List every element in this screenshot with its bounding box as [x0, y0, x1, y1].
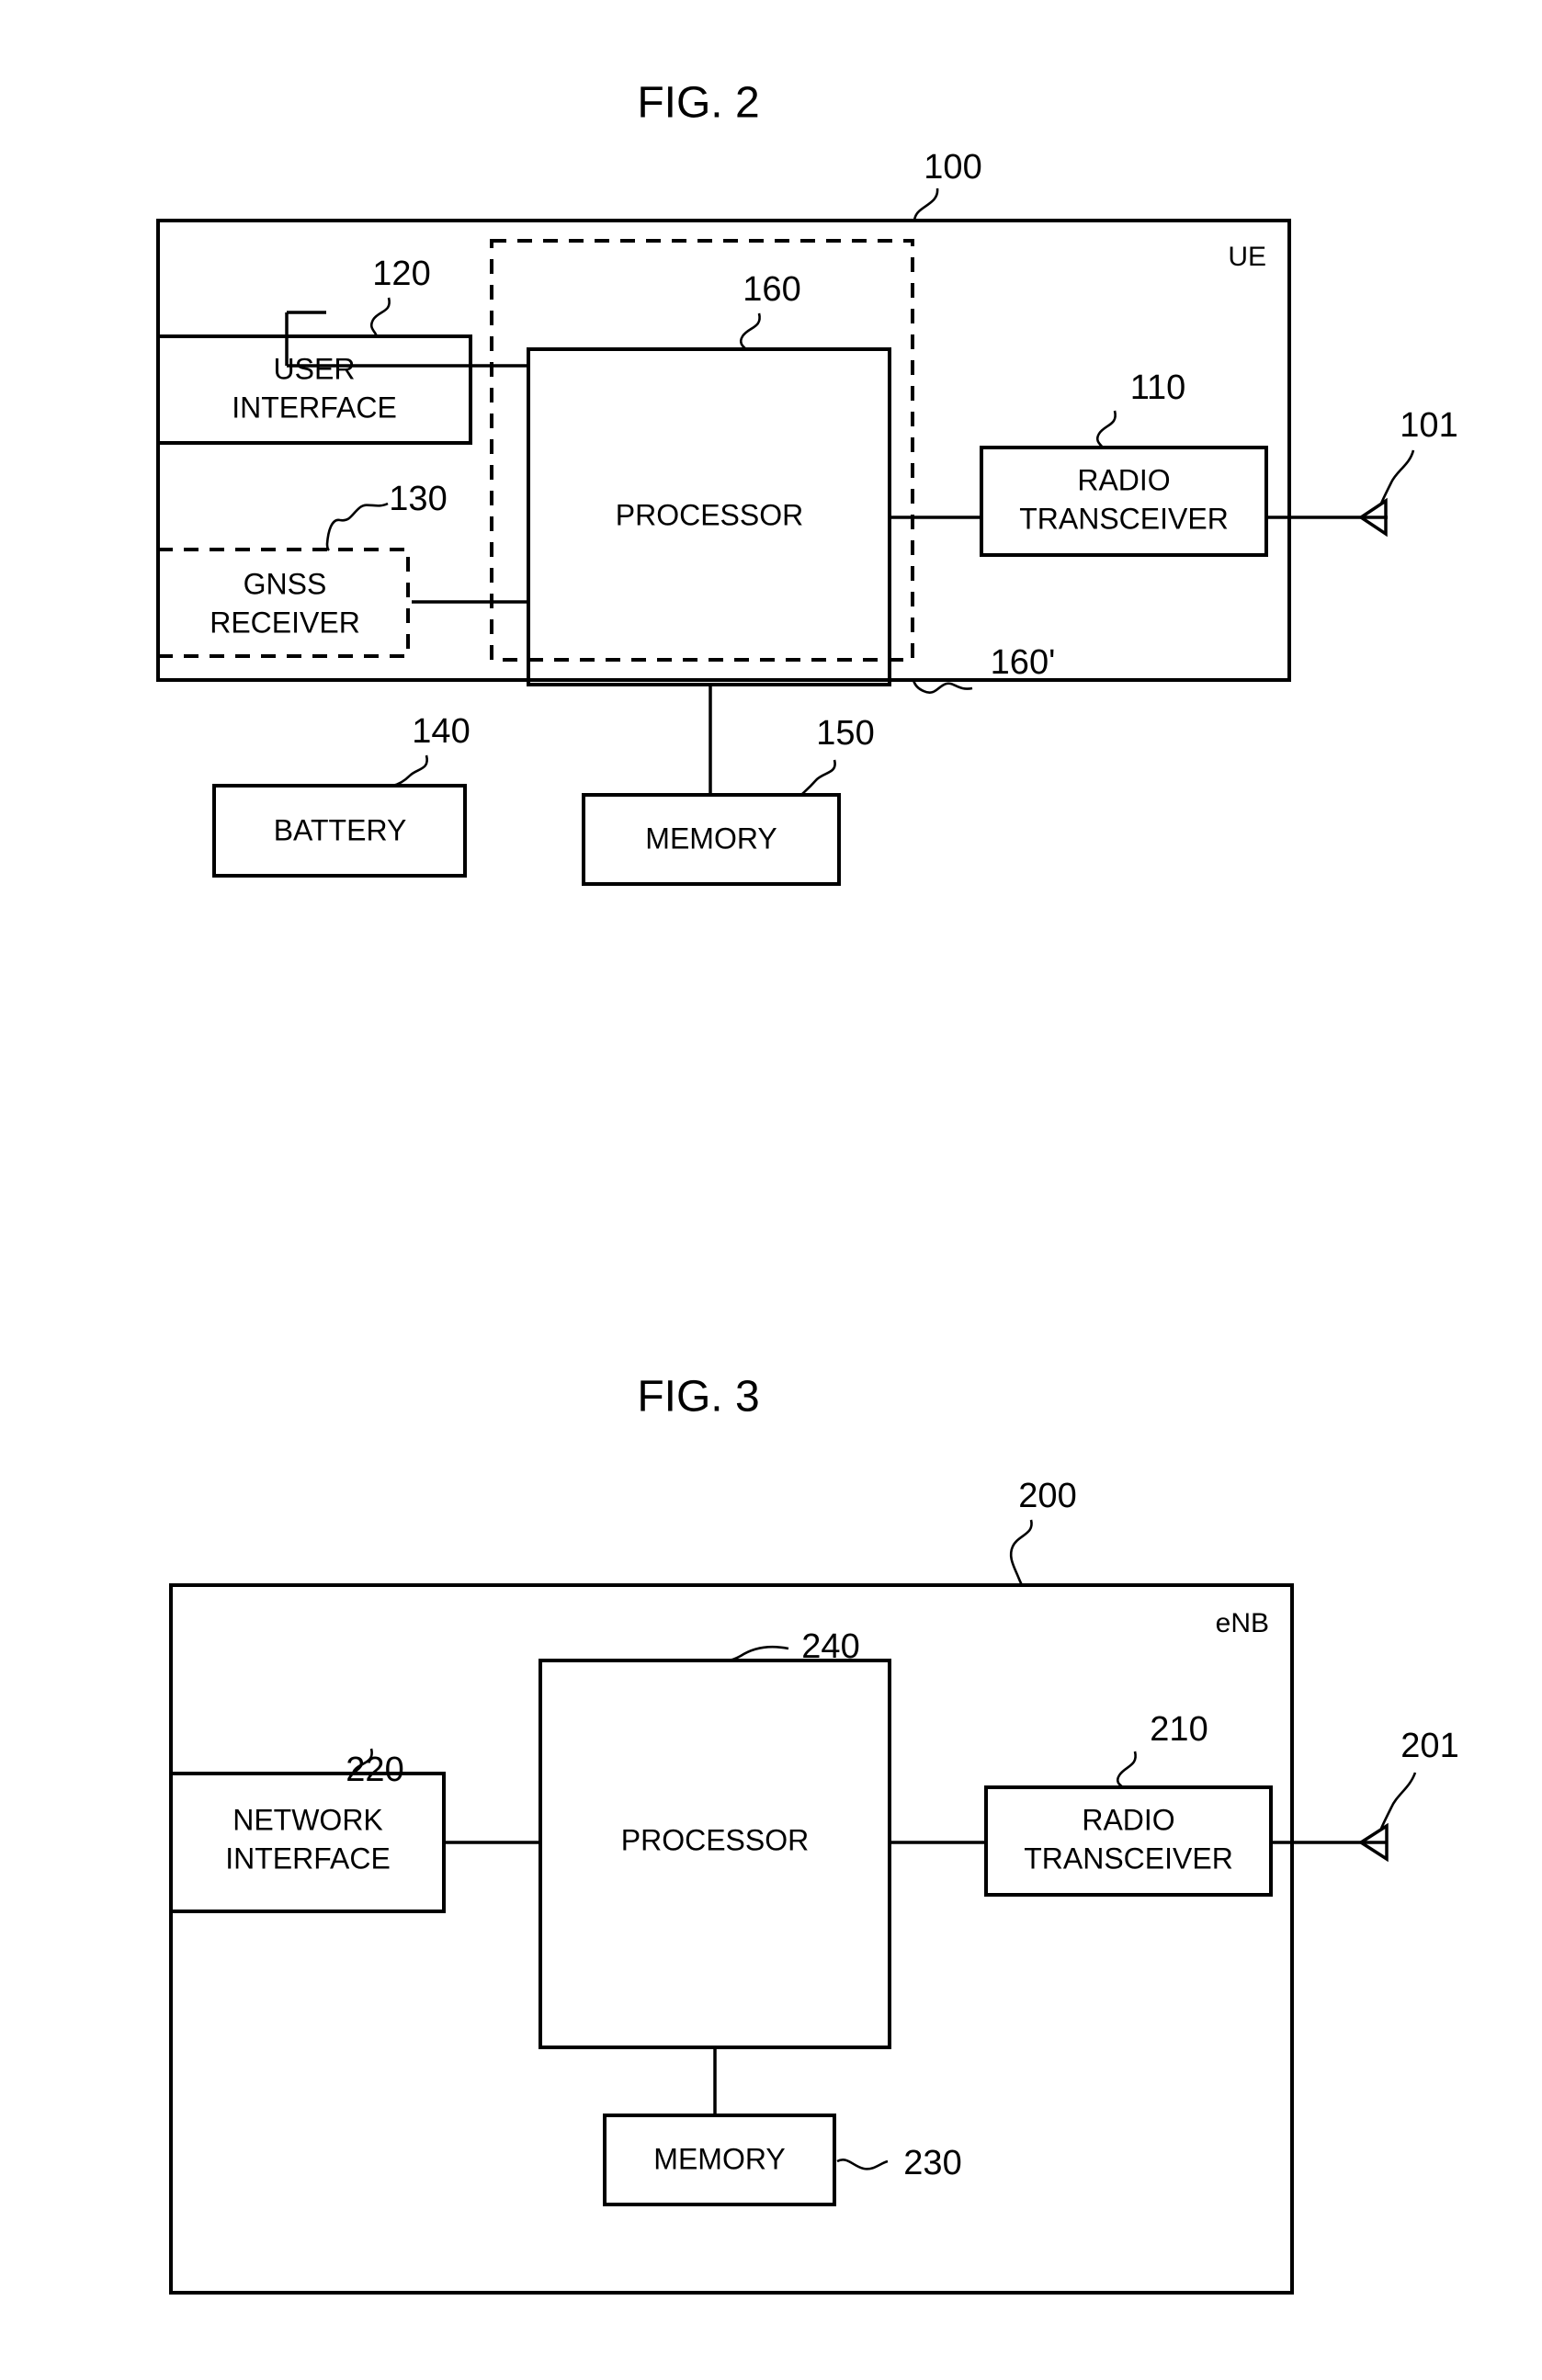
ref-130: 130 — [389, 480, 447, 518]
gnss-receiver-box — [156, 548, 410, 658]
enb-outer-box — [169, 1583, 1294, 2295]
ref-130-leader — [325, 502, 389, 551]
figure-3-title: FIG. 3 — [637, 1373, 759, 1422]
ref-200: 200 — [1018, 1477, 1076, 1515]
ref-110-leader — [1095, 410, 1117, 448]
user-interface-label-line1: USER — [274, 352, 356, 385]
battery-label: BATTERY — [274, 813, 407, 846]
ref-120: 120 — [372, 255, 430, 293]
ue-corner-label: UE — [1228, 242, 1266, 272]
block-processor: PROCESSOR 160 — [527, 270, 891, 686]
ref-160-prime-leader — [912, 679, 973, 694]
antenna-201: 201 — [1357, 1727, 1459, 1863]
memory-label-enb: MEMORY — [653, 2142, 785, 2175]
network-interface-label-line2: INTERFACE — [225, 1842, 391, 1875]
ref-101: 101 — [1400, 406, 1457, 445]
processor-group-dashed-box — [490, 239, 914, 662]
figure-2-title: FIG. 2 — [637, 79, 759, 128]
block-radio-transceiver: RADIO TRANSCEIVER 110 — [980, 368, 1268, 557]
ref-201-leader — [1379, 1772, 1417, 1830]
user-interface-label-line2: INTERFACE — [232, 391, 397, 424]
ref-150: 150 — [816, 714, 874, 753]
network-interface-label-line1: NETWORK — [232, 1803, 383, 1836]
ref-201: 201 — [1400, 1727, 1458, 1765]
ref-100-leader — [913, 187, 939, 222]
gnss-receiver-label-line1: GNSS — [244, 567, 327, 600]
ref-160: 160 — [743, 270, 800, 309]
block-battery: BATTERY 140 — [212, 712, 471, 878]
ref-140: 140 — [412, 712, 470, 751]
figure-2: FIG. 2 100 UE 160' USER INTERFACE 120 GN… — [156, 79, 1458, 886]
ref-230: 230 — [903, 2144, 961, 2182]
radio-transceiver-label-line2-enb: TRANSCEIVER — [1024, 1842, 1233, 1875]
radio-transceiver-label-line2: TRANSCEIVER — [1019, 502, 1229, 535]
ref-210-leader — [1116, 1751, 1137, 1788]
block-gnss-receiver: GNSS RECEIVER 130 — [156, 480, 448, 658]
block-memory: MEMORY 150 — [582, 714, 875, 886]
enb-corner-label: eNB — [1216, 1608, 1269, 1638]
ref-160-leader — [739, 312, 761, 350]
ref-240-leader — [729, 1645, 789, 1662]
block-memory-enb: MEMORY 230 — [603, 2114, 962, 2206]
ref-100: 100 — [924, 148, 981, 187]
ref-120-leader — [369, 297, 391, 337]
ref-240: 240 — [801, 1627, 859, 1666]
figure-3: FIG. 3 200 eNB NETWORK INTERFACE 220 PRO… — [169, 1373, 1459, 2295]
gnss-receiver-label-line2: RECEIVER — [210, 606, 360, 639]
ref-210: 210 — [1150, 1710, 1208, 1749]
processor-label: PROCESSOR — [616, 498, 803, 531]
patent-figure-sheet: FIG. 2 100 UE 160' USER INTERFACE 120 GN… — [0, 0, 1542, 2380]
ref-160-prime: 160' — [991, 643, 1056, 682]
ref-101-leader — [1379, 449, 1415, 504]
radio-transceiver-label-line1: RADIO — [1077, 463, 1170, 496]
block-user-interface: USER INTERFACE 120 — [156, 255, 472, 445]
ref-200-leader — [1009, 1519, 1033, 1586]
block-processor-enb: PROCESSOR 240 — [539, 1627, 891, 2049]
ref-140-leader — [391, 754, 428, 788]
memory-label: MEMORY — [645, 822, 777, 855]
block-radio-transceiver-enb: RADIO TRANSCEIVER 210 — [984, 1710, 1273, 1897]
figures-canvas: FIG. 2 100 UE 160' USER INTERFACE 120 GN… — [156, 79, 1459, 2295]
block-network-interface: NETWORK INTERFACE 220 — [169, 1751, 446, 1913]
ref-230-leader — [836, 2159, 889, 2170]
processor-label-enb: PROCESSOR — [621, 1823, 809, 1856]
ref-220: 220 — [346, 1751, 403, 1789]
ref-110: 110 — [1130, 368, 1186, 407]
ref-150-leader — [800, 759, 836, 796]
radio-transceiver-label-line1-enb: RADIO — [1082, 1803, 1174, 1836]
antenna-101: 101 — [1357, 406, 1458, 538]
